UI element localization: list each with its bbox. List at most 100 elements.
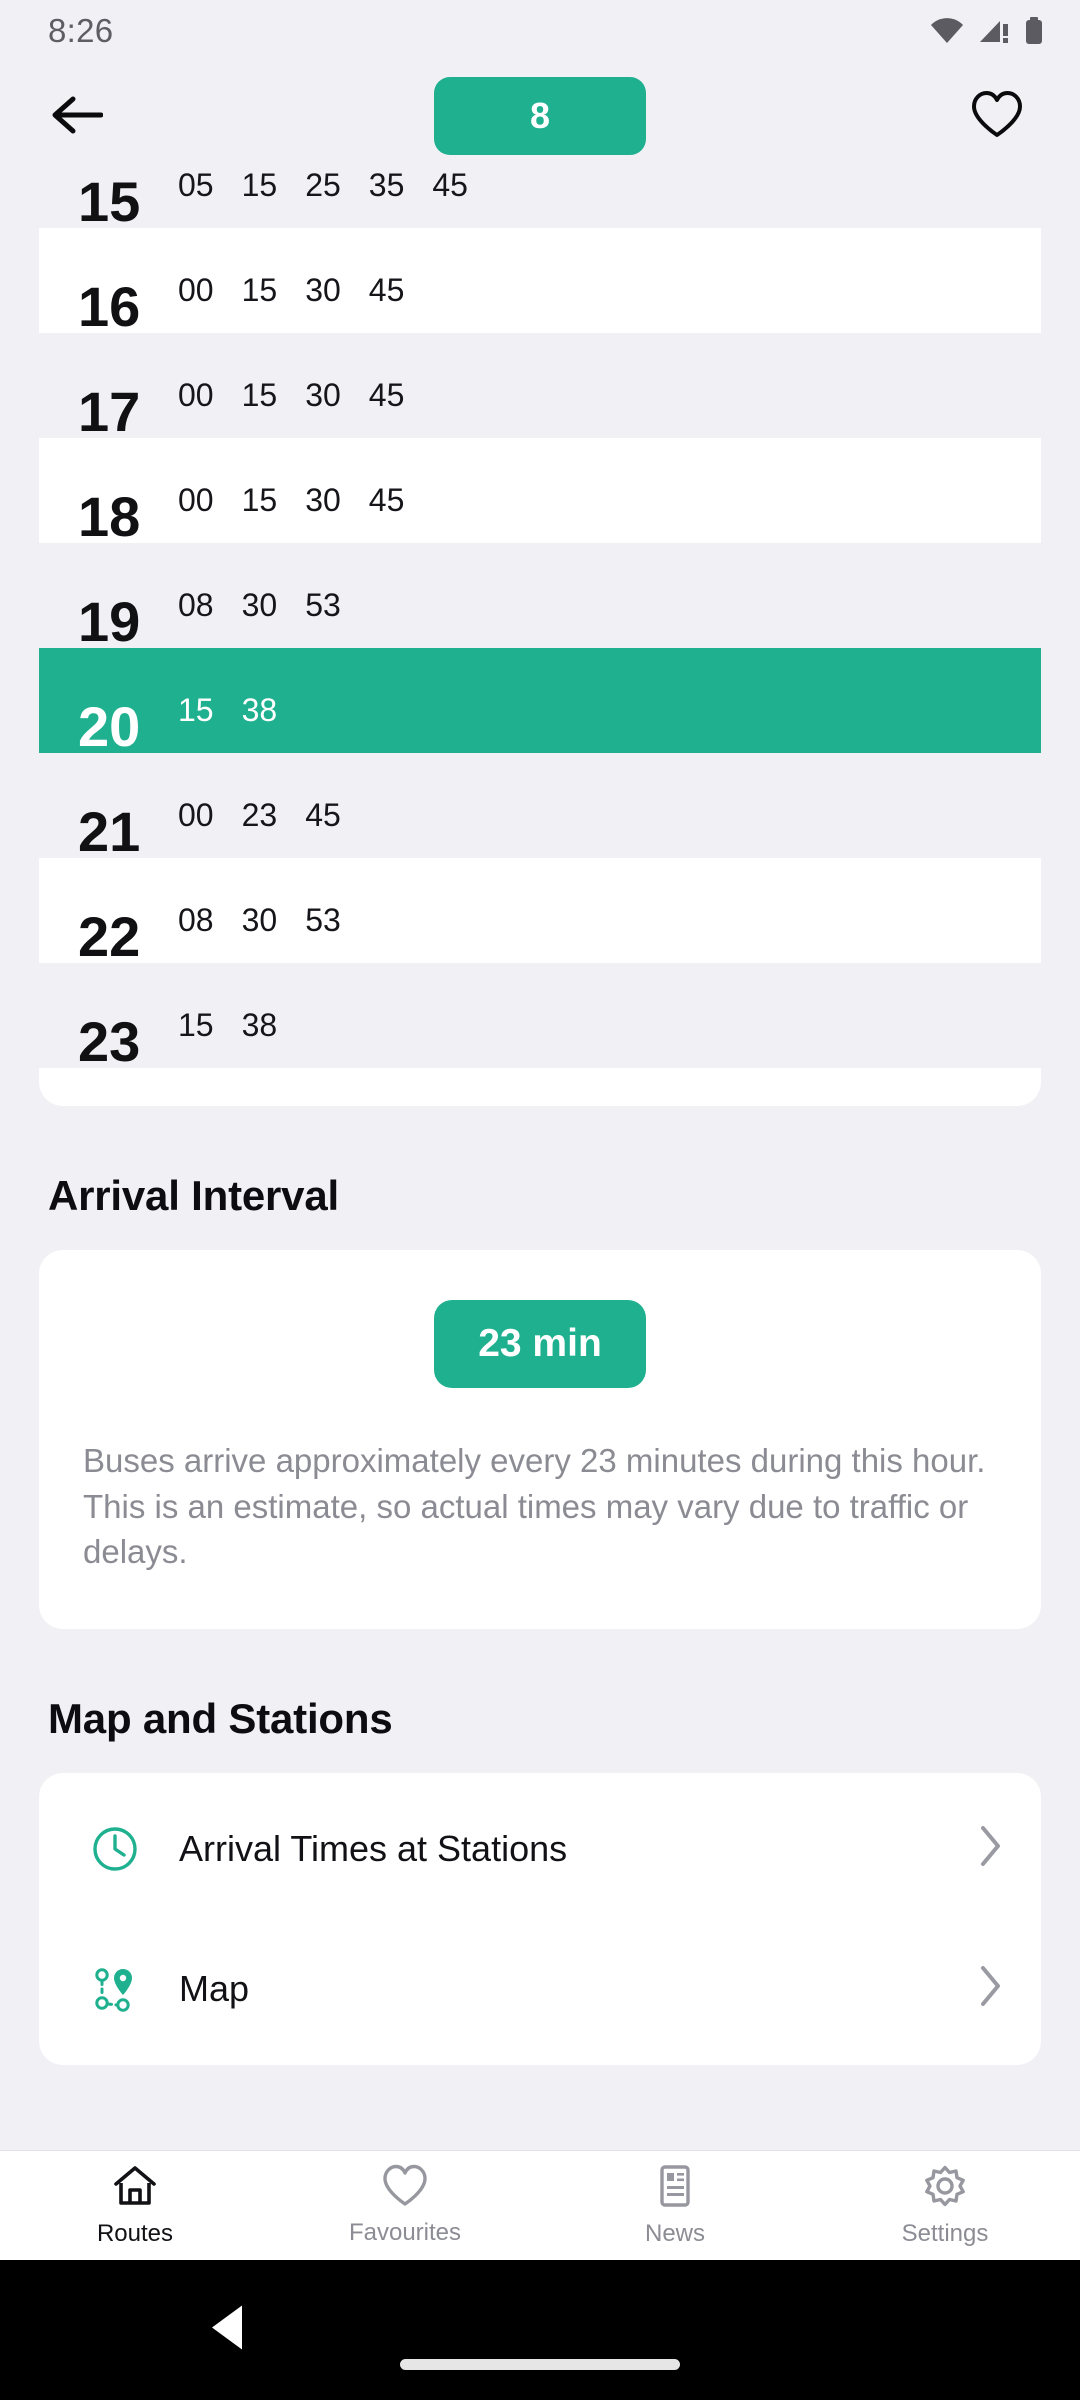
timetable-minute: 38 [241, 692, 278, 728]
timetable-hour: 16 [78, 275, 141, 339]
timetable-hour: 17 [78, 380, 141, 444]
status-bar: 8:26 [0, 0, 1080, 62]
timetable-row[interactable]: 23 15 38 [39, 963, 1041, 1074]
nav-label: Favourites [348, 2219, 462, 2246]
timetable-minutes: 00 15 30 45 [178, 482, 404, 543]
timetable-minutes: 08 30 53 [178, 587, 341, 648]
timetable-hour: 19 [78, 590, 141, 654]
timetable-hour: 21 [78, 800, 141, 864]
timetable-row[interactable]: 22 08 30 53 [39, 858, 1041, 969]
timetable-minute: 53 [305, 902, 341, 938]
timetable-minute: 30 [305, 377, 341, 413]
timetable-minute: 15 [241, 377, 278, 413]
bottom-navigation: Routes Favourites News Settings [0, 2150, 1080, 2260]
timetable-minute: 00 [178, 377, 214, 413]
clock-icon [89, 1823, 141, 1875]
home-indicator[interactable] [400, 2359, 680, 2370]
scroll-content[interactable]: 15 05 15 25 35 45 16 00 15 30 45 17 00 15 30 45 18 00 15 30… [0, 170, 1080, 2150]
arrow-left-icon [51, 93, 104, 140]
app-root: 8:26 8 15 05 15 25 35 45 16 00 15 30 45 … [0, 0, 1080, 2400]
timetable-minute: 08 [178, 587, 214, 623]
timetable-minute: 35 [368, 170, 405, 203]
timetable-minutes: 05 15 25 35 45 [178, 170, 468, 228]
timetable-rows: 15 05 15 25 35 45 16 00 15 30 45 17 00 15 30 45 18 00 15 30… [39, 170, 1041, 1074]
route-pins-icon [89, 1963, 141, 2015]
timetable-minute: 00 [178, 272, 214, 308]
chevron-right-icon [979, 1965, 1003, 2012]
timetable-hour: 22 [78, 905, 141, 969]
timetable-hour: 15 [78, 170, 141, 228]
timetable-minute: 38 [241, 1007, 278, 1043]
list-item-label: Arrival Times at Stations [179, 1827, 568, 1869]
timetable-minutes: 08 30 53 [178, 902, 341, 963]
timetable-card: 15 05 15 25 35 45 16 00 15 30 45 17 00 15 30 45 18 00 15 30… [39, 170, 1041, 1106]
timetable-minute: 15 [241, 482, 278, 518]
timetable-hour: 23 [78, 1010, 141, 1074]
timetable-hour: 20 [78, 695, 141, 759]
timetable-minutes: 00 15 30 45 [178, 272, 404, 333]
timetable-minute: 53 [305, 587, 341, 623]
arrival-interval-value: 23 min [434, 1300, 646, 1388]
timetable-row[interactable]: 15 05 15 25 35 45 [39, 170, 1041, 228]
android-navigation-bar [0, 2260, 1080, 2400]
timetable-minute: 15 [241, 170, 278, 203]
timetable-minutes: 00 15 30 45 [178, 377, 404, 438]
nav-label: News [644, 2220, 705, 2247]
timetable-minute: 45 [432, 170, 468, 203]
timetable-row[interactable]: 21 00 23 45 [39, 753, 1041, 864]
nav-item-routes[interactable]: Routes [0, 2151, 270, 2260]
nav-label: Routes [96, 2220, 174, 2247]
timetable-minute: 30 [305, 482, 341, 518]
timetable-minute: 05 [178, 170, 214, 203]
triangle-back-icon[interactable] [206, 2302, 250, 2359]
home-icon [112, 2163, 158, 2214]
timetable-minute: 45 [368, 272, 405, 308]
timetable-row[interactable]: 18 00 15 30 45 [39, 438, 1041, 545]
arrival-interval-heading: Arrival Interval [48, 1172, 339, 1219]
status-bar-clock: 8:26 [48, 12, 114, 49]
timetable-minute: 45 [368, 482, 405, 518]
nav-item-settings[interactable]: Settings [810, 2151, 1080, 2260]
nav-item-news[interactable]: News [540, 2151, 810, 2260]
timetable-minute: 15 [178, 1007, 214, 1043]
timetable-minute: 15 [178, 692, 214, 728]
timetable-minute: 08 [178, 902, 214, 938]
battery-icon [1024, 17, 1044, 45]
timetable-minute: 25 [305, 170, 341, 203]
gear-icon [922, 2163, 968, 2214]
timetable-row[interactable]: 19 08 30 53 [39, 543, 1041, 654]
heart-outline-icon [971, 90, 1023, 142]
favourite-button[interactable] [960, 79, 1034, 153]
timetable-minutes: 00 23 45 [178, 797, 341, 858]
arrival-interval-description: Buses arrive approximately every 23 minu… [83, 1442, 986, 1571]
nav-label: Settings [901, 2220, 989, 2247]
timetable-minute: 15 [241, 272, 278, 308]
timetable-minutes: 15 38 [178, 1007, 277, 1068]
timetable-minutes: 15 38 [178, 692, 277, 753]
heart-icon [382, 2164, 428, 2213]
arrival-interval-card: 23 min Buses arrive approximately every … [39, 1250, 1041, 1629]
timetable-minute: 45 [368, 377, 405, 413]
list-item-map[interactable]: Map [39, 1919, 1041, 2059]
timetable-minute: 30 [241, 902, 278, 938]
timetable-minute: 45 [305, 797, 341, 833]
back-button[interactable] [40, 79, 114, 153]
app-bar: 8 [0, 62, 1080, 170]
timetable-minute: 23 [241, 797, 278, 833]
timetable-row[interactable]: 17 00 15 30 45 [39, 333, 1041, 444]
chevron-right-icon [979, 1825, 1003, 1872]
wifi-icon [930, 18, 964, 44]
timetable-minute: 00 [178, 482, 214, 518]
news-icon [652, 2163, 698, 2214]
timetable-row[interactable]: 20 15 38 [39, 648, 1041, 759]
timetable-minute: 30 [305, 272, 341, 308]
map-and-stations-heading: Map and Stations [48, 1694, 393, 1742]
timetable-minute: 30 [241, 587, 278, 623]
route-number-badge[interactable]: 8 [434, 77, 646, 155]
status-bar-icons [930, 17, 1044, 45]
nav-item-favourites[interactable]: Favourites [270, 2151, 540, 2260]
timetable-row[interactable]: 16 00 15 30 45 [39, 228, 1041, 339]
route-number-label: 8 [529, 95, 551, 136]
list-item-arrival-times[interactable]: Arrival Times at Stations [39, 1779, 1041, 1919]
map-and-stations-card: Arrival Times at Stations Map [39, 1772, 1041, 2065]
